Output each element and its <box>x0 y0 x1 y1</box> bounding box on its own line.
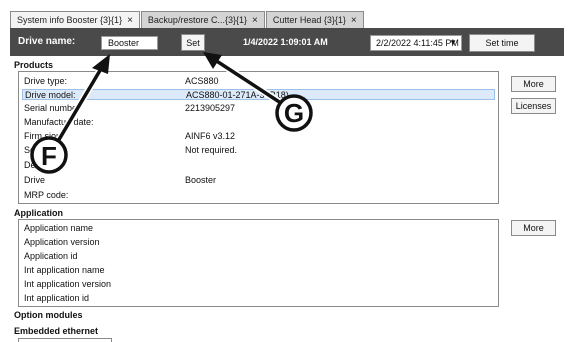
callout-overlay: F G <box>30 52 313 174</box>
callout-arrow-f <box>50 54 110 150</box>
callout-arrow-g <box>203 52 289 110</box>
callout-letter-f: F <box>41 141 57 171</box>
callout-letter-g: G <box>284 98 304 128</box>
